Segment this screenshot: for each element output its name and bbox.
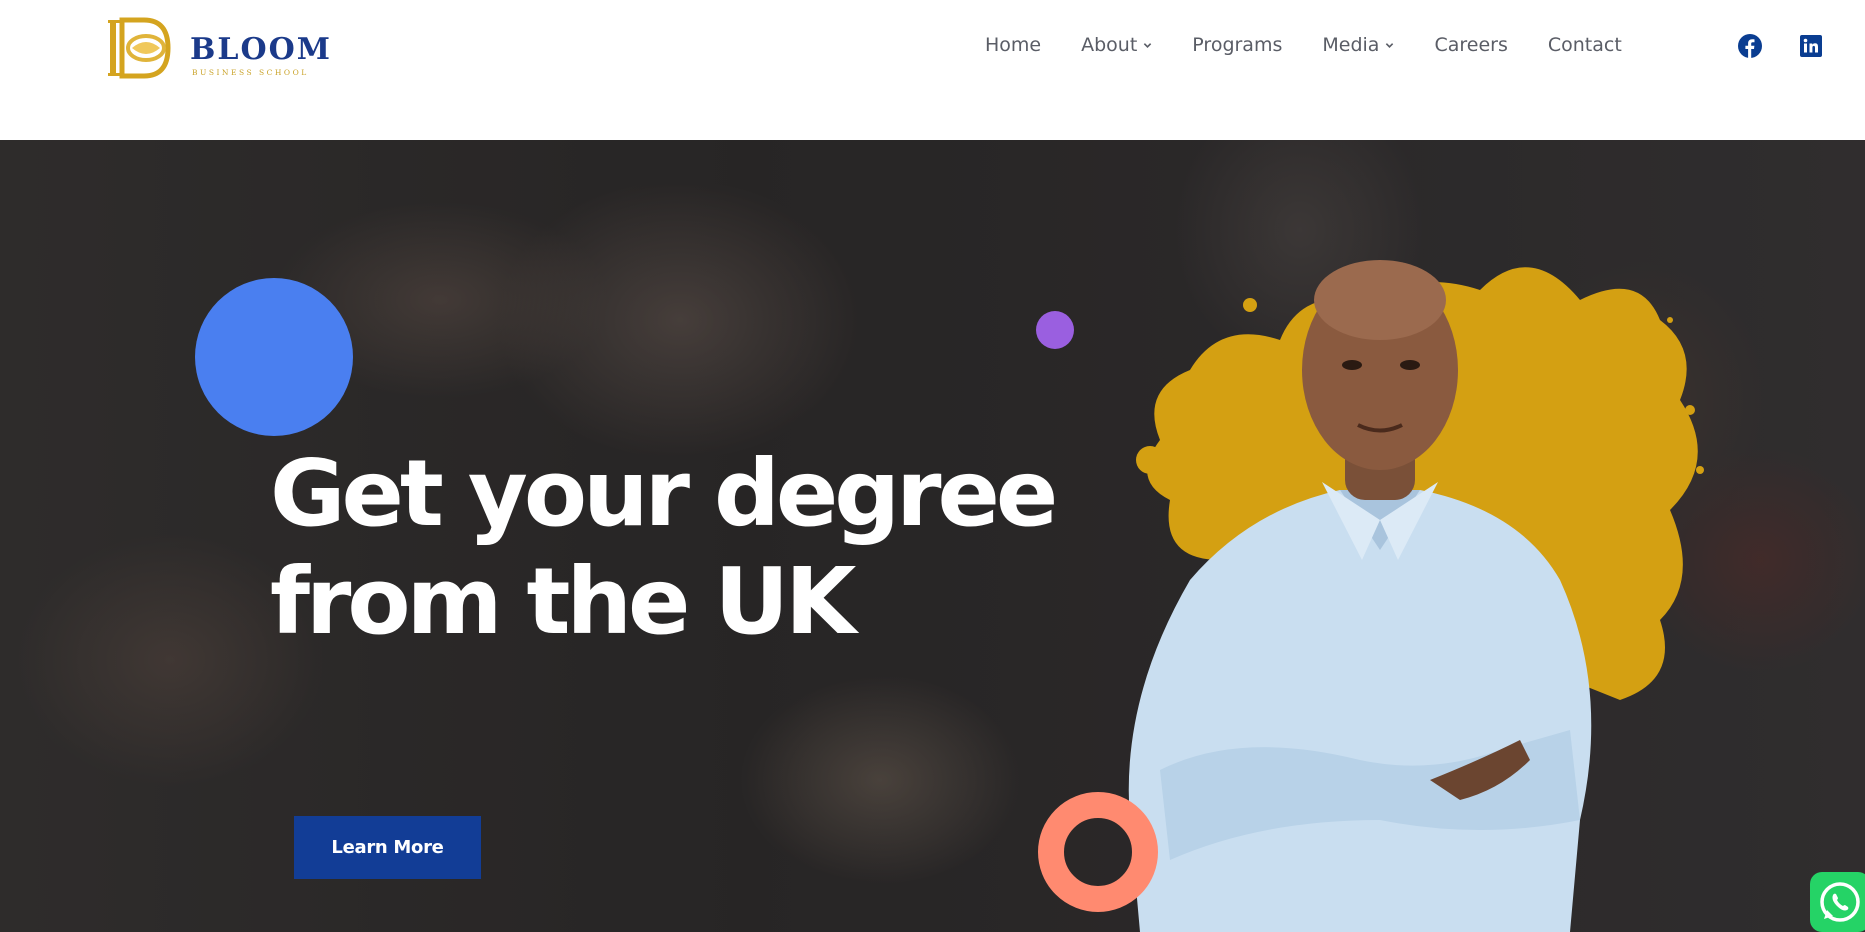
nav-item-label: Contact <box>1547 34 1622 56</box>
decorative-purple-dot <box>1036 311 1074 349</box>
nav-item-label: About <box>1081 34 1138 56</box>
facebook-icon[interactable] <box>1738 34 1762 58</box>
nav-item-media[interactable]: Media <box>1322 34 1394 56</box>
nav-item-label: Careers <box>1434 34 1508 56</box>
logo-subtitle: BUSINESS SCHOOL <box>192 68 309 77</box>
decorative-coral-ring <box>1038 792 1158 912</box>
nav-item-label: Home <box>985 34 1042 56</box>
whatsapp-icon[interactable] <box>1810 872 1865 932</box>
site-header: BLOOM BUSINESS SCHOOL Home About Program… <box>0 0 1865 140</box>
nav-item-label: Programs <box>1192 34 1283 56</box>
nav-item-careers[interactable]: Careers <box>1434 34 1507 56</box>
logo-wordmark: BLOOM <box>190 32 332 67</box>
hero-headline-line1: Get your degree <box>270 440 1058 547</box>
chevron-down-icon <box>1144 42 1152 48</box>
hero-headline: Get your degree from the UK <box>270 440 1170 656</box>
nav-item-label: Media <box>1322 34 1380 56</box>
learn-more-button[interactable]: Learn More <box>294 816 481 879</box>
chevron-down-icon <box>1386 42 1394 48</box>
nav-item-programs[interactable]: Programs <box>1192 34 1282 56</box>
hero-headline-line2: from the UK <box>270 548 856 655</box>
nav-item-home[interactable]: Home <box>985 34 1041 56</box>
nav-item-contact[interactable]: Contact <box>1548 34 1622 56</box>
logo[interactable]: BLOOM BUSINESS SCHOOL <box>108 16 330 82</box>
linkedin-icon[interactable] <box>1799 34 1823 58</box>
decorative-blue-circle <box>195 278 353 436</box>
hero-person-image <box>1128 260 1704 932</box>
bloom-logo-icon <box>108 17 171 79</box>
nav-item-about[interactable]: About <box>1081 34 1152 56</box>
main-nav: Home About Programs Media Careers Contac… <box>985 34 1662 56</box>
hero-section: Get your degree from the UK Learn More <box>0 140 1865 932</box>
